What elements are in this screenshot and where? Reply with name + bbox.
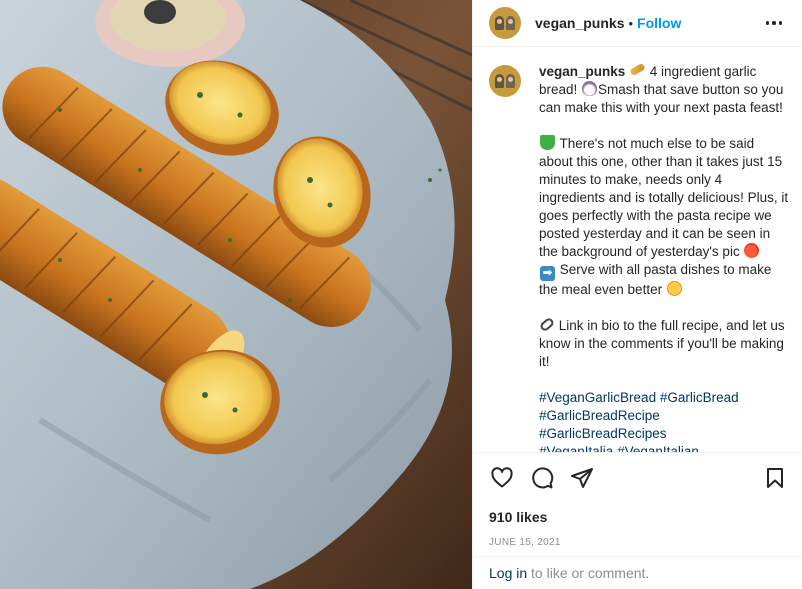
garlic-emoji-icon xyxy=(582,81,598,96)
caption-scroll-area[interactable]: vegan_punks 4 ingredient garlic bread! S… xyxy=(473,47,802,453)
action-bar xyxy=(473,453,802,503)
bread-emoji-icon xyxy=(629,62,646,77)
post-header: vegan_punks • Follow xyxy=(473,0,802,47)
hashtag-link[interactable]: #GarlicBreadRecipe xyxy=(539,408,660,423)
likes-count[interactable]: 910 likes xyxy=(473,503,802,525)
more-options-icon[interactable] xyxy=(762,11,786,35)
post-date[interactable]: JUNE 15, 2021 xyxy=(473,525,802,548)
caption-comment: vegan_punks 4 ingredient garlic bread! S… xyxy=(489,62,792,452)
hashtag-link[interactable]: #GarlicBread xyxy=(660,390,739,405)
login-rest-text: to like or comment. xyxy=(527,565,650,581)
post-image[interactable] xyxy=(0,0,472,589)
hashtag-link[interactable]: #VeganItalia xyxy=(539,444,613,452)
caption-username[interactable]: vegan_punks xyxy=(539,64,625,79)
follow-button[interactable]: Follow xyxy=(637,15,681,31)
caption-para4: Link in bio to the full recipe, and let … xyxy=(539,318,789,369)
caption-para2: There's not much else to be said about t… xyxy=(539,136,792,259)
login-bar: Log in to like or comment. xyxy=(473,556,802,589)
bookmark-icon[interactable] xyxy=(762,465,788,491)
login-link[interactable]: Log in xyxy=(489,565,527,581)
hashtag-link[interactable]: #VeganGarlicBread xyxy=(539,390,656,405)
share-icon[interactable] xyxy=(569,465,595,491)
hashtag-link[interactable]: #GarlicBreadRecipes xyxy=(539,426,667,441)
right-arrow-emoji-icon: ➡ xyxy=(540,266,555,281)
comment-icon[interactable] xyxy=(529,465,555,491)
caption-text: vegan_punks 4 ingredient garlic bread! S… xyxy=(538,62,792,452)
green-heart-emoji-icon xyxy=(540,135,555,150)
hashtag-list: #VeganGarlicBread #GarlicBread #GarlicBr… xyxy=(539,390,739,452)
caption-avatar[interactable] xyxy=(489,65,521,97)
header-separator: • xyxy=(628,15,634,31)
tomato-emoji-icon xyxy=(744,243,760,258)
post-side-panel: vegan_punks • Follow vegan_punks 4 ingre… xyxy=(472,0,802,589)
heart-icon[interactable] xyxy=(489,465,515,491)
link-emoji-icon xyxy=(538,316,556,333)
hashtag-link[interactable]: #VeganItalian xyxy=(617,444,699,452)
star-struck-emoji-icon xyxy=(666,281,682,296)
garlic-bread-photo xyxy=(0,0,472,589)
avatar[interactable] xyxy=(489,7,521,39)
header-username[interactable]: vegan_punks xyxy=(535,15,624,31)
caption-para3: Serve with all pasta dishes to make the … xyxy=(539,262,776,297)
